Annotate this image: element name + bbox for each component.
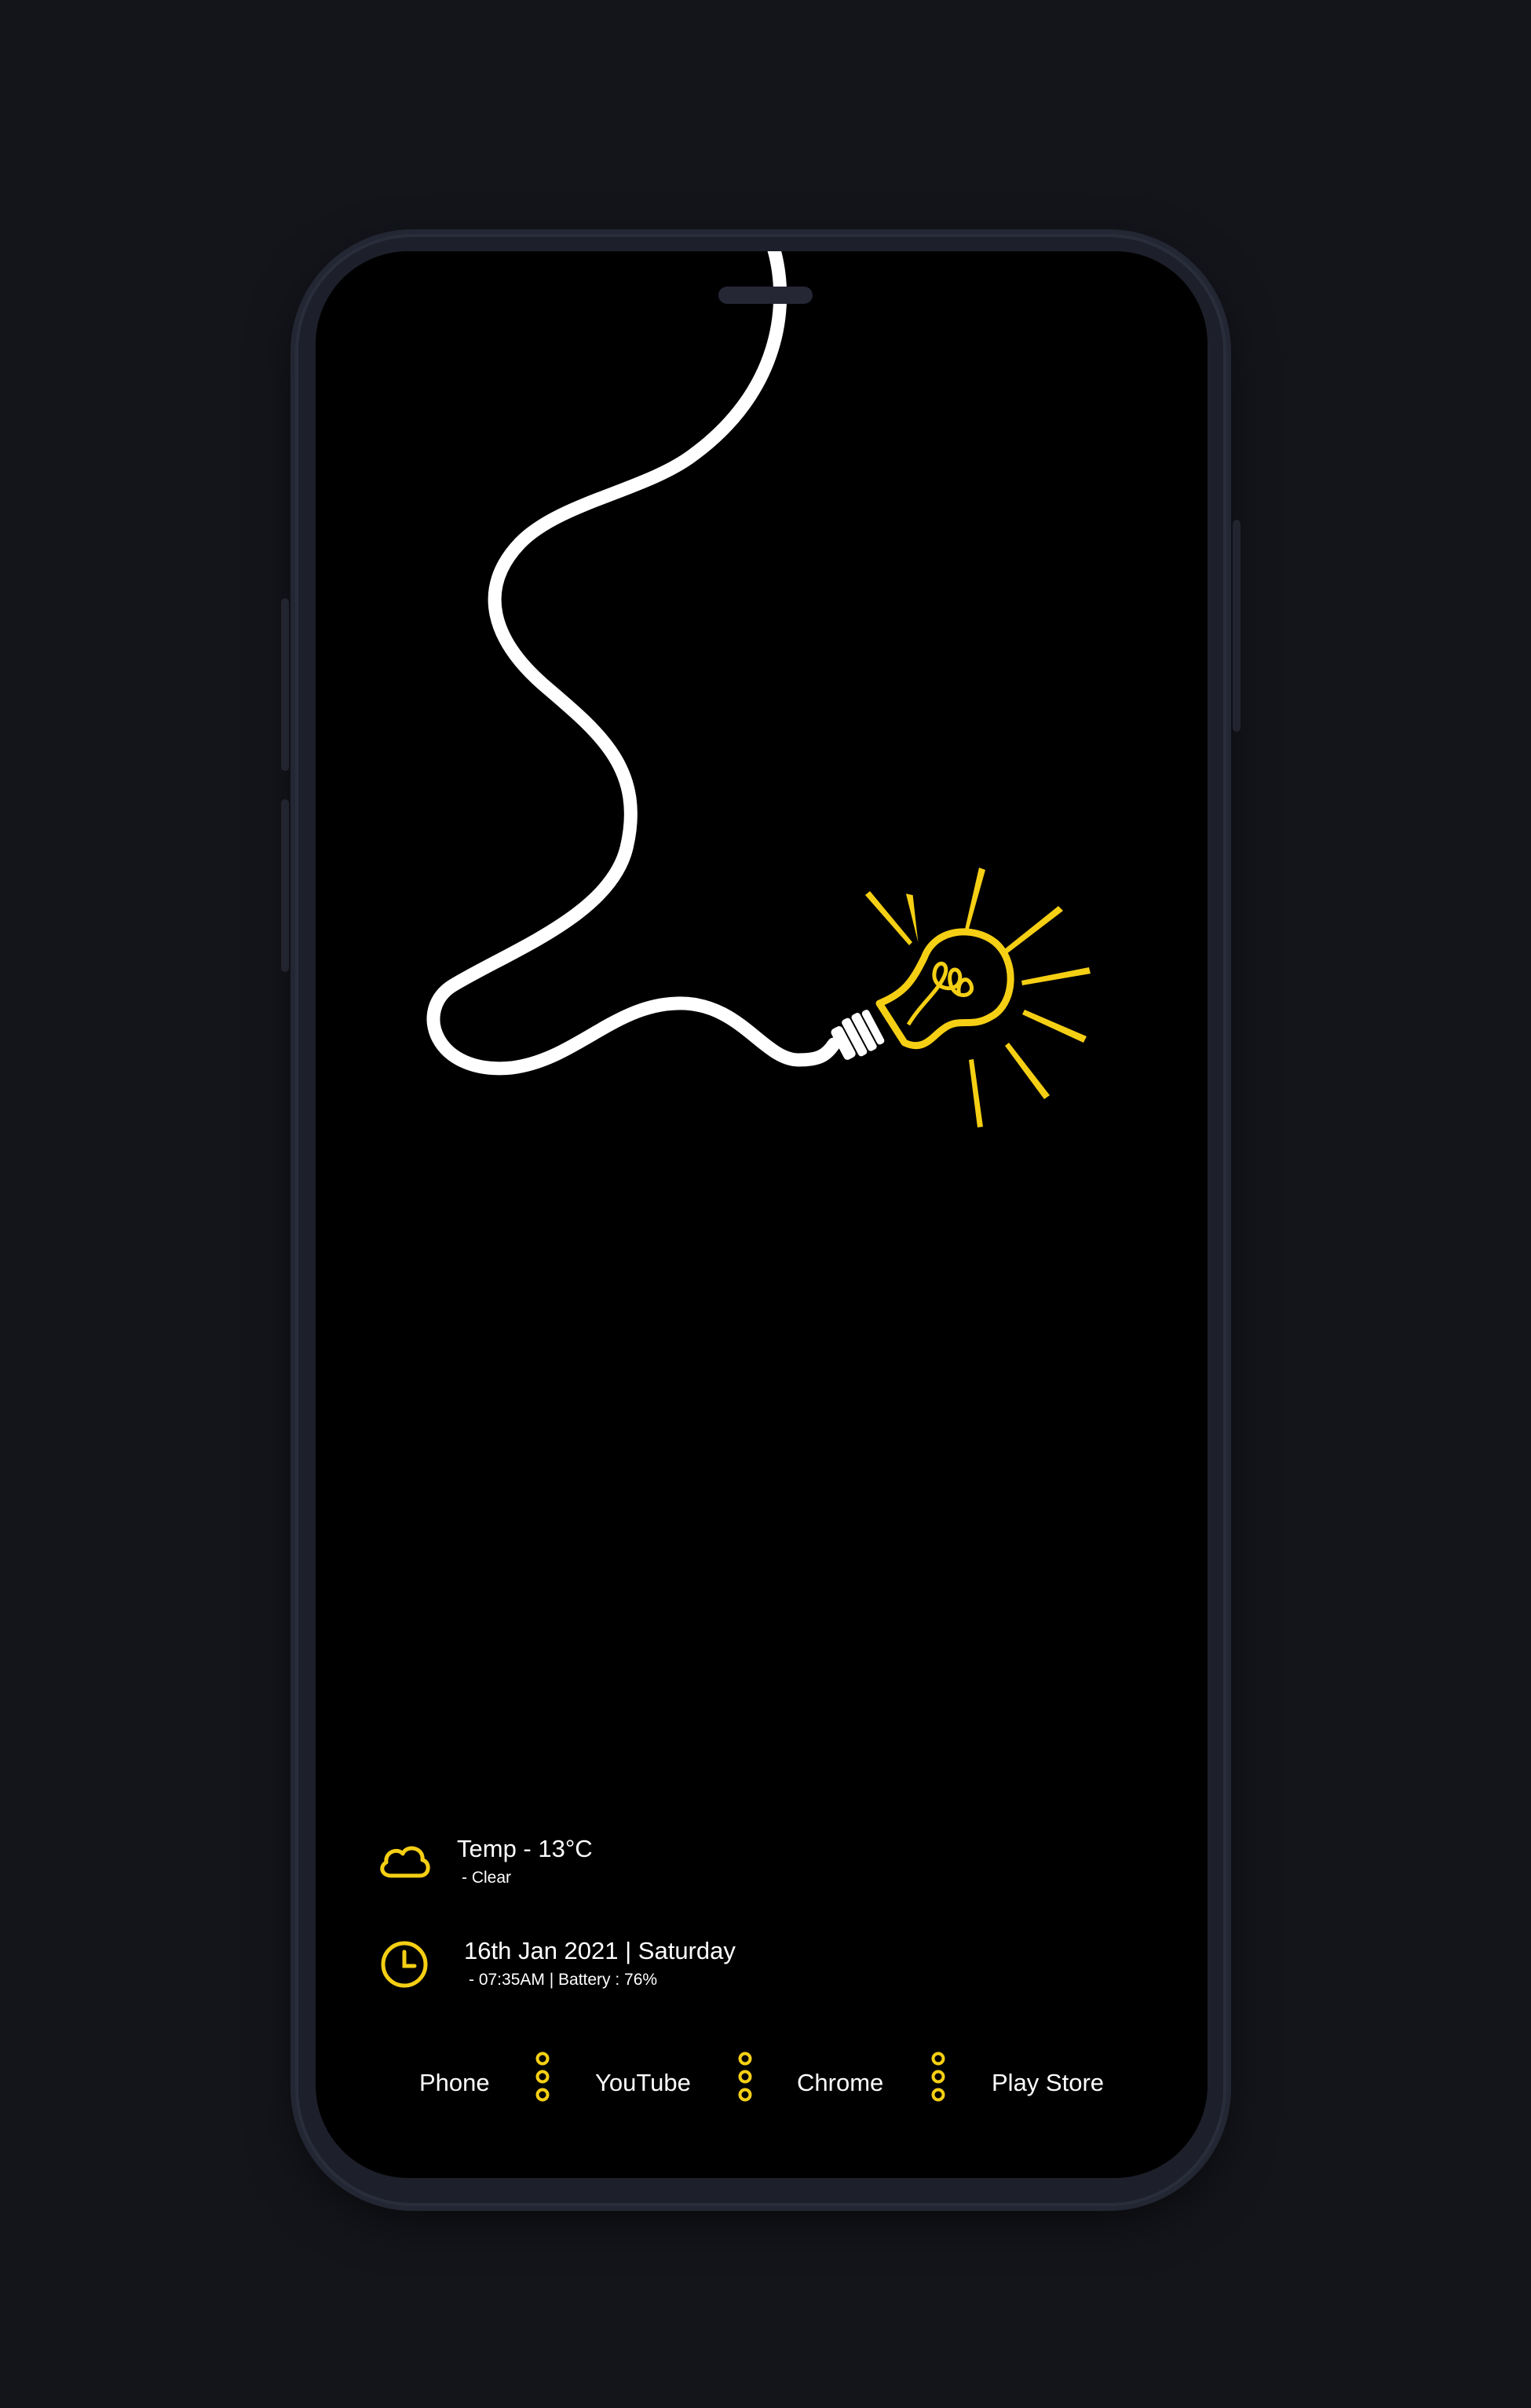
power-button (1233, 520, 1241, 732)
home-screen: Temp - 13°C - Clear 16th Jan 2021 | Satu… (316, 251, 1208, 2178)
lightbulb-on-cord-icon (426, 251, 1091, 1127)
clock-icon[interactable] (380, 1940, 429, 1989)
weather-temperature: Temp - 13°C (457, 1835, 593, 1862)
volume-down-button (281, 799, 289, 972)
dock-app-play-store[interactable]: Play Store (992, 2069, 1104, 2097)
earpiece-speaker (718, 287, 813, 304)
time-battery: - 07:35AM | Battery : 76% (469, 1971, 658, 1989)
three-dots-icon (931, 2052, 945, 2102)
date-day: 16th Jan 2021 | Saturday (464, 1937, 736, 1964)
three-dots-icon (535, 2052, 550, 2102)
weather-condition: - Clear (462, 1869, 512, 1887)
bulb-rays (865, 868, 1091, 1127)
cloud-icon[interactable] (377, 1841, 432, 1880)
dock-app-youtube[interactable]: YouTube (595, 2069, 691, 2097)
bulb-socket (831, 1010, 885, 1060)
dock-app-chrome[interactable]: Chrome (797, 2069, 883, 2097)
three-dots-icon (738, 2052, 752, 2102)
volume-up-button (281, 598, 289, 771)
dock-app-phone[interactable]: Phone (419, 2069, 490, 2097)
